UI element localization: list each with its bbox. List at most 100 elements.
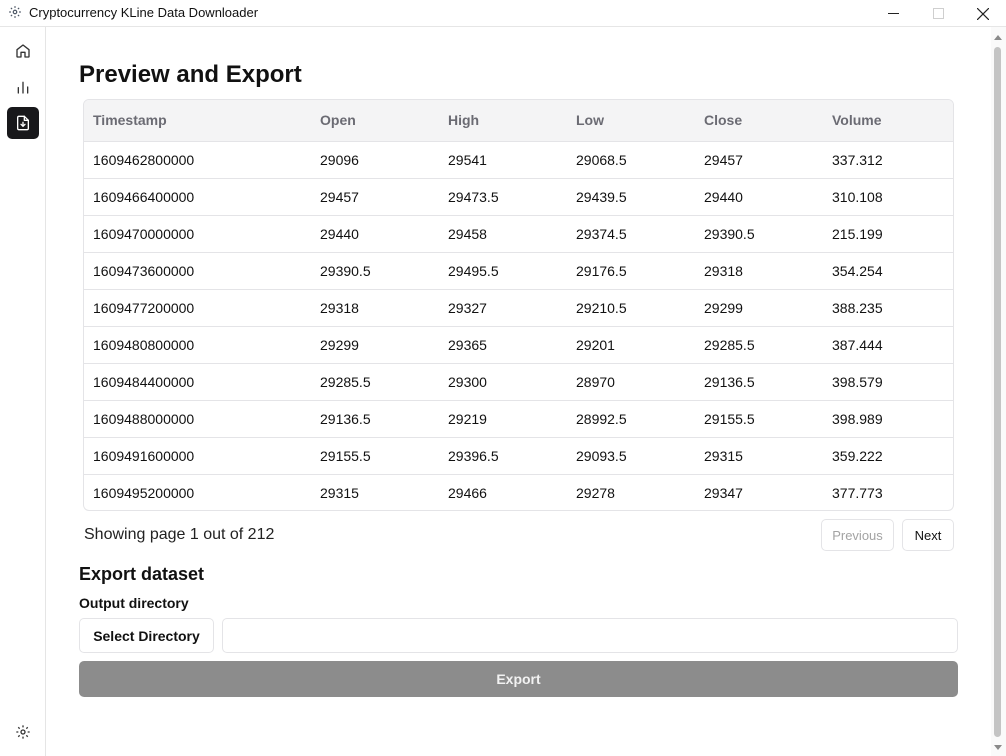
- minimize-icon: [887, 13, 899, 14]
- table-cell: 29136.5: [695, 363, 823, 401]
- sidebar: [0, 27, 46, 756]
- table-cell: 29155.5: [311, 437, 439, 475]
- table-cell: 1609473600000: [84, 252, 311, 290]
- table-row: 1609495200000 29315 29466 29278 29347 377.773: [84, 474, 953, 510]
- export-button[interactable]: Export: [79, 661, 958, 697]
- minimize-button[interactable]: [870, 0, 916, 27]
- table-cell: 29318: [695, 252, 823, 290]
- table-cell: 29299: [695, 289, 823, 327]
- table-cell: 29068.5: [567, 141, 695, 179]
- column-header: Volume: [823, 100, 953, 142]
- table-cell: 29136.5: [311, 400, 439, 438]
- table-cell: 388.235: [823, 289, 953, 327]
- table-cell: 29374.5: [567, 215, 695, 253]
- title-bar: Cryptocurrency KLine Data Downloader: [0, 0, 1006, 27]
- scroll-thumb[interactable]: [994, 47, 1001, 737]
- table-cell: 337.312: [823, 141, 953, 179]
- table-cell: 29315: [320, 484, 359, 501]
- table-cell: 1609480800000: [84, 326, 311, 364]
- table-cell: 359.222: [823, 437, 953, 475]
- table-cell: 1609470000000: [84, 215, 311, 253]
- close-button[interactable]: [960, 0, 1006, 27]
- scroll-up-arrow[interactable]: [994, 35, 1002, 40]
- table-cell: 29440: [695, 178, 823, 216]
- table-cell: 377.773: [832, 484, 883, 501]
- table-cell: 29396.5: [439, 437, 567, 475]
- table-row: 1609484400000 29285.5 29300 28970 29136.5 398…: [84, 363, 953, 401]
- table-cell: 29210.5: [567, 289, 695, 327]
- table-row: 1609488000000 29136.5 29219 28992.5 29155.5 3…: [84, 400, 953, 438]
- table-cell: 28992.5: [567, 400, 695, 438]
- select-directory-button[interactable]: Select Directory: [79, 618, 214, 653]
- table-cell: 29390.5: [695, 215, 823, 253]
- table-cell: 29093.5: [567, 437, 695, 475]
- column-header: Close: [695, 100, 823, 142]
- gear-icon: [16, 725, 30, 739]
- maximize-button[interactable]: [915, 0, 961, 27]
- column-header: High: [439, 100, 567, 142]
- table-cell: 29365: [439, 326, 567, 364]
- nav-chart-button[interactable]: [7, 71, 39, 103]
- table-cell: 215.199: [823, 215, 953, 253]
- table-row: 1609491600000 29155.5 29396.5 29093.5 29315 3…: [84, 437, 953, 475]
- close-icon: [977, 7, 989, 20]
- nav-home-button[interactable]: [7, 35, 39, 67]
- nav-settings-button[interactable]: [7, 716, 39, 748]
- table-cell: 29327: [439, 289, 567, 327]
- table-cell: 29315: [695, 437, 823, 475]
- page-title: Preview and Export: [79, 61, 302, 88]
- table-header-row: Timestamp Open High Low Close Volume: [84, 100, 953, 142]
- table-cell: 398.989: [823, 400, 953, 438]
- table-cell: 29300: [439, 363, 567, 401]
- table-cell: 29096: [311, 141, 439, 179]
- table-row: 1609477200000 29318 29327 29210.5 29299 388.2…: [84, 289, 953, 327]
- table-cell: 29299: [311, 326, 439, 364]
- table-cell: 1609466400000: [84, 178, 311, 216]
- table-cell: 29219: [439, 400, 567, 438]
- data-table: Timestamp Open High Low Close Volume 160…: [83, 99, 954, 511]
- table-cell: 29440: [311, 215, 439, 253]
- export-section-title: Export dataset: [79, 564, 205, 584]
- table-row: 1609480800000 29299 29365 29201 29285.5 387.4…: [84, 326, 953, 364]
- window-title: Cryptocurrency KLine Data Downloader: [29, 5, 259, 20]
- table-cell: 29176.5: [567, 252, 695, 290]
- table-cell: 354.254: [823, 252, 953, 290]
- table-cell: 398.579: [823, 363, 953, 401]
- vertical-scrollbar[interactable]: [991, 27, 1006, 756]
- table-cell: 1609484400000: [84, 363, 311, 401]
- next-page-button[interactable]: Next: [902, 519, 954, 551]
- table-cell: 29466: [448, 484, 487, 501]
- table-cell: 29473.5: [439, 178, 567, 216]
- output-directory-input[interactable]: [222, 618, 958, 653]
- scroll-down-arrow[interactable]: [994, 745, 1002, 750]
- previous-page-button[interactable]: Previous: [821, 519, 894, 551]
- table-cell: 29318: [311, 289, 439, 327]
- table-row: 1609462800000 29096 29541 29068.5 29457 337.3…: [84, 141, 953, 179]
- table-cell: 1609477200000: [84, 289, 311, 327]
- table-cell: 29390.5: [311, 252, 439, 290]
- table-cell: 1609495200000: [93, 484, 195, 501]
- home-icon: [16, 44, 30, 58]
- table-cell: 28970: [567, 363, 695, 401]
- maximize-icon: [932, 8, 944, 19]
- table-cell: 1609491600000: [84, 437, 311, 475]
- table-cell: 1609462800000: [84, 141, 311, 179]
- table-cell: 387.444: [823, 326, 953, 364]
- table-cell: 29457: [695, 141, 823, 179]
- table-cell: 1609488000000: [84, 400, 311, 438]
- table-cell: 310.108: [823, 178, 953, 216]
- nav-export-button[interactable]: [7, 107, 39, 139]
- table-cell: 29495.5: [439, 252, 567, 290]
- table-cell: 29285.5: [311, 363, 439, 401]
- table-cell: 29347: [704, 484, 743, 501]
- output-directory-label: Output directory: [79, 595, 189, 611]
- column-header: Open: [311, 100, 439, 142]
- table-cell: 29457: [311, 178, 439, 216]
- table-row: 1609470000000 29440 29458 29374.5 29390.5 215…: [84, 215, 953, 253]
- table-cell: 29541: [439, 141, 567, 179]
- table-cell: 29439.5: [567, 178, 695, 216]
- bar-chart-icon: [17, 81, 29, 94]
- table-cell: 29278: [576, 484, 615, 501]
- table-row: 1609466400000 29457 29473.5 29439.5 29440 310…: [84, 178, 953, 216]
- column-header: Low: [567, 100, 695, 142]
